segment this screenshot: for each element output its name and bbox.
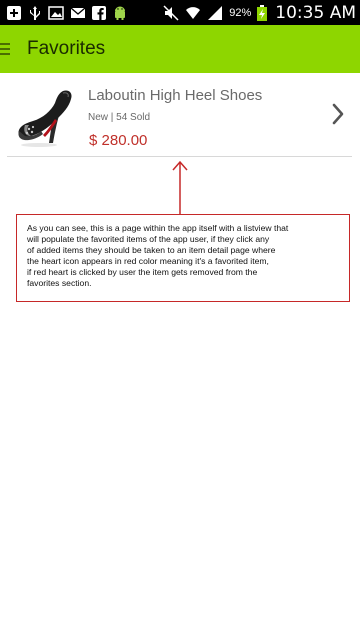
notification-icons: [6, 5, 128, 21]
item-condition-sold: New | 54 Sold: [88, 112, 151, 123]
item-price: $ 280.00: [89, 132, 148, 149]
action-bar: Favorites: [0, 25, 360, 73]
annotation-line: will populate the favorited items of the…: [27, 234, 270, 244]
favorite-list-item[interactable]: Laboutin High Heel Shoes New | 54 Sold $…: [7, 79, 352, 157]
annotation-line: the heart icon appears in red color mean…: [27, 256, 269, 266]
page-title: Favorites: [27, 38, 106, 59]
item-title: Laboutin High Heel Shoes: [88, 87, 263, 104]
signal-icon: [207, 5, 223, 21]
annotation-line: if red heart is clicked by user the item…: [27, 267, 258, 277]
mute-icon: [163, 4, 179, 21]
email-icon: [70, 5, 86, 21]
battery-charging-icon: [257, 4, 268, 21]
image-icon: [48, 5, 64, 21]
android-icon: [112, 5, 128, 21]
facebook-icon: [92, 5, 106, 21]
status-bar: 92% 10:35 AM: [0, 0, 360, 25]
navigation-drawer-icon[interactable]: [0, 25, 12, 73]
annotation-arrow-icon: [170, 160, 190, 214]
usb-icon: [28, 5, 42, 21]
high-heel-shoe-icon: [13, 85, 77, 151]
clock: 10:35 AM: [275, 2, 356, 23]
wifi-icon: [185, 5, 201, 21]
chevron-right-icon[interactable]: [330, 102, 346, 126]
system-icons: 92% 10:35 AM: [163, 3, 356, 23]
add-box-icon: [6, 5, 22, 21]
battery-percent: 92%: [229, 6, 252, 19]
annotation-line: favorites section.: [27, 278, 92, 288]
annotation-note: As you can see, this is a page within th…: [16, 214, 350, 302]
annotation-line: of added items they should be taken to a…: [27, 245, 276, 255]
annotation-line: As you can see, this is a page within th…: [27, 223, 289, 233]
